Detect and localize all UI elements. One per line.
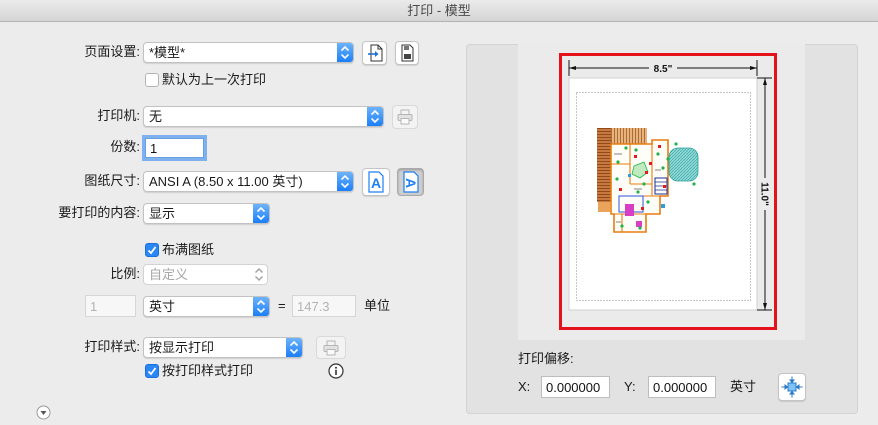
- popup-stepper-icon: [286, 338, 302, 357]
- paper-units-field[interactable]: [85, 295, 136, 317]
- scale-value: 自定义: [149, 267, 189, 282]
- offset-y-label: Y:: [624, 379, 636, 394]
- window-title: 打印 - 模型: [407, 3, 471, 18]
- popup-stepper-icon: [337, 43, 353, 62]
- page-setup-value: *模型*: [149, 45, 186, 60]
- scale-label: 比例:: [110, 266, 140, 281]
- fit-to-paper-label: 布满图纸: [162, 242, 215, 257]
- paper-size-label: 图纸尺寸:: [84, 173, 140, 188]
- paper-size-popup[interactable]: ANSI A (8.50 x 11.00 英寸): [143, 171, 354, 192]
- popup-stepper-icon: [367, 107, 383, 126]
- portrait-button[interactable]: A: [362, 168, 390, 196]
- offset-unit-label: 英寸: [730, 379, 757, 394]
- printer-properties-icon: [397, 109, 413, 125]
- use-plot-styles-checkbox[interactable]: [145, 364, 159, 378]
- drawing-units-label: 单位: [364, 298, 391, 313]
- landscape-glyph: A: [403, 178, 419, 188]
- use-plot-styles-label: 按打印样式打印: [162, 363, 254, 378]
- scale-unit-popup[interactable]: 英寸: [143, 296, 270, 317]
- default-last-label: 默认为上一次打印: [162, 72, 267, 87]
- what-to-print-value: 显示: [149, 206, 176, 221]
- scale-popup[interactable]: 自定义: [143, 264, 268, 285]
- plot-style-label: 打印样式:: [84, 339, 140, 354]
- offset-y-field[interactable]: [648, 376, 716, 398]
- popup-stepper-icon: [337, 172, 353, 191]
- portrait-glyph: A: [371, 175, 381, 191]
- disclosure-down-icon[interactable]: [36, 405, 51, 420]
- height-dimension-label: 11.0": [759, 182, 770, 206]
- plot-style-popup[interactable]: 按显示打印: [143, 337, 303, 358]
- printer-value: 无: [149, 109, 163, 124]
- fit-to-paper-checkbox[interactable]: [145, 243, 159, 257]
- plot-preview: 8.5" 11.0": [559, 53, 777, 330]
- drawing-units-field[interactable]: [292, 295, 356, 317]
- save-page-setup-button[interactable]: [395, 41, 419, 65]
- center-plot-button[interactable]: [778, 373, 806, 401]
- what-to-print-popup[interactable]: 显示: [143, 203, 270, 224]
- printer-label: 打印机:: [97, 108, 140, 123]
- page-setup-label: 页面设置:: [84, 44, 140, 59]
- printer-properties-button[interactable]: [392, 105, 418, 129]
- landscape-orientation-icon: A: [403, 171, 419, 193]
- import-page-setup-icon: [367, 44, 382, 62]
- landscape-button[interactable]: A: [397, 168, 424, 196]
- plot-style-editor-button[interactable]: [316, 336, 346, 359]
- popup-stepper-icon: [253, 204, 269, 223]
- plot-style-value: 按显示打印: [149, 340, 215, 355]
- info-icon[interactable]: [328, 363, 344, 379]
- default-last-checkbox[interactable]: [145, 73, 159, 87]
- scale-unit-value: 英寸: [149, 299, 176, 314]
- copies-field[interactable]: [145, 138, 204, 158]
- window-title-bar: 打印 - 模型: [0, 0, 878, 22]
- center-plot-icon: [781, 376, 803, 398]
- plot-offset-label: 打印偏移:: [518, 351, 574, 366]
- page-setup-popup[interactable]: *模型*: [143, 42, 354, 63]
- offset-x-field[interactable]: [541, 376, 610, 398]
- import-page-setup-button[interactable]: [362, 41, 387, 65]
- popup-stepper-icon: [253, 297, 269, 316]
- width-dimension-label: 8.5": [654, 64, 673, 75]
- copies-label: 份数:: [110, 139, 140, 154]
- offset-x-label: X:: [518, 379, 531, 394]
- equals-sign: =: [278, 298, 286, 313]
- popup-stepper-icon: [251, 265, 267, 284]
- save-page-setup-icon: [401, 44, 414, 62]
- paper-size-value: ANSI A (8.50 x 11.00 英寸): [149, 174, 303, 189]
- what-to-print-label: 要打印的内容:: [58, 205, 140, 220]
- printer-popup[interactable]: 无: [143, 106, 384, 127]
- plot-style-editor-icon: [323, 340, 339, 355]
- portrait-orientation-icon: A: [368, 171, 384, 193]
